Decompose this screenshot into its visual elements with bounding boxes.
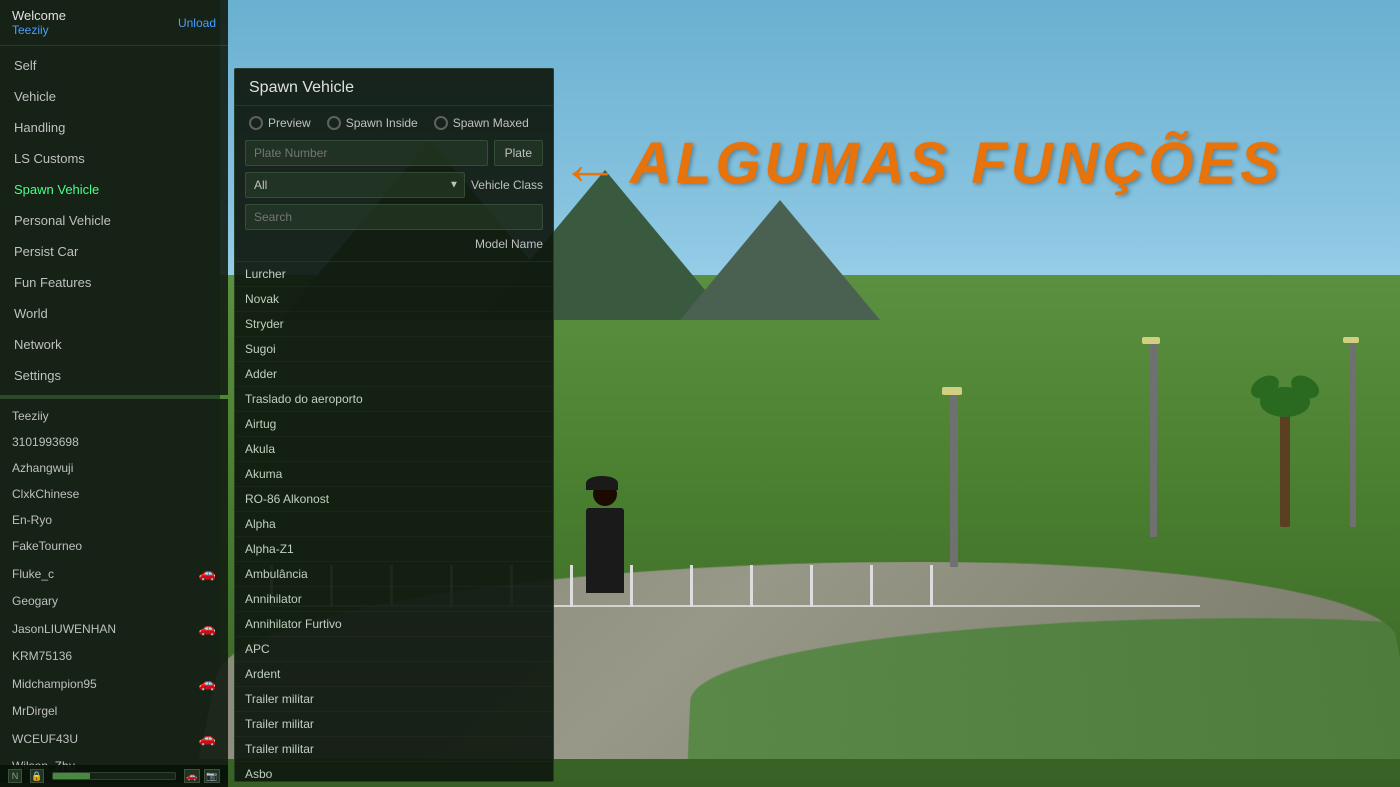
- player-item[interactable]: KRM75136: [0, 643, 228, 669]
- character: [580, 482, 630, 592]
- player-item[interactable]: Teeziiy: [0, 403, 228, 429]
- spawn-inside-toggle[interactable]: Spawn Inside: [323, 114, 422, 132]
- player-item[interactable]: ClxkChinese: [0, 481, 228, 507]
- overlay-annotation: ← ALGUMAS FUNÇÕES: [560, 130, 1283, 197]
- plate-button[interactable]: Plate: [494, 140, 543, 166]
- spawn-inside-label: Spawn Inside: [346, 116, 418, 130]
- nav-item-ls-customs[interactable]: LS Customs: [0, 143, 228, 174]
- vehicle-list-item[interactable]: Ambulância: [235, 562, 553, 587]
- mountain-3: [680, 200, 880, 320]
- vehicle-list-item[interactable]: Annihilator: [235, 587, 553, 612]
- vehicle-list-item[interactable]: Novak: [235, 287, 553, 312]
- vehicle-class-select[interactable]: All: [245, 172, 465, 198]
- vehicle-list-item[interactable]: Airtug: [235, 412, 553, 437]
- char-body: [586, 508, 624, 563]
- welcome-label: Welcome: [12, 8, 66, 23]
- vehicle-icon: 🚗: [199, 620, 216, 637]
- player-item[interactable]: Azhangwuji: [0, 455, 228, 481]
- preview-dot: [249, 116, 263, 130]
- status-bar: N 🔒 🚗 📷: [0, 765, 228, 787]
- player-item[interactable]: Fluke_c🚗: [0, 559, 228, 588]
- vehicle-list-item[interactable]: Trailer militar: [235, 737, 553, 762]
- nav-item-self[interactable]: Self: [0, 50, 228, 81]
- nav-panel: Self Vehicle Handling LS Customs Spawn V…: [0, 46, 228, 395]
- search-input[interactable]: [245, 204, 543, 230]
- left-panel: Welcome Teeziiy Unload Self Vehicle Hand…: [0, 0, 228, 787]
- players-panel: Teeziiy3101993698AzhangwujiClxkChineseEn…: [0, 399, 228, 783]
- light-pole-3: [1350, 337, 1356, 527]
- player-item[interactable]: 3101993698: [0, 429, 228, 455]
- player-item[interactable]: MrDirgel: [0, 698, 228, 724]
- player-item[interactable]: WCEUF43U🚗: [0, 724, 228, 753]
- vehicle-list-item[interactable]: RO-86 Alkonost: [235, 487, 553, 512]
- vehicle-list-item[interactable]: Lurcher: [235, 262, 553, 287]
- preview-toggle[interactable]: Preview: [245, 114, 315, 132]
- vehicle-list-item[interactable]: Stryder: [235, 312, 553, 337]
- spawn-maxed-toggle[interactable]: Spawn Maxed: [430, 114, 533, 132]
- current-username: Teeziiy: [12, 23, 66, 37]
- status-lock: 🔒: [30, 769, 44, 783]
- vehicle-icon: 🚗: [199, 730, 216, 747]
- char-legs: [586, 563, 624, 593]
- player-item[interactable]: Geogary: [0, 588, 228, 614]
- palm-tree-1: [1280, 407, 1290, 527]
- spawn-maxed-dot: [434, 116, 448, 130]
- preview-label: Preview: [268, 116, 311, 130]
- vehicle-icon: 🚗: [199, 565, 216, 582]
- nav-item-world[interactable]: World: [0, 298, 228, 329]
- welcome-section: Welcome Teeziiy: [12, 8, 66, 37]
- nav-item-handling[interactable]: Handling: [0, 112, 228, 143]
- model-name-label: Model Name: [245, 234, 543, 253]
- vehicle-list-item[interactable]: Alpha: [235, 512, 553, 537]
- vehicle-list-item[interactable]: Alpha-Z1: [235, 537, 553, 562]
- vehicle-list-item[interactable]: Ardent: [235, 662, 553, 687]
- vehicle-list-item[interactable]: Asbo: [235, 762, 553, 781]
- unload-button[interactable]: Unload: [178, 16, 216, 30]
- vehicle-list[interactable]: LurcherNovakStryderSugoiAdderTraslado do…: [235, 261, 553, 781]
- vehicle-list-item[interactable]: Trailer militar: [235, 687, 553, 712]
- vehicle-list-item[interactable]: Traslado do aeroporto: [235, 387, 553, 412]
- player-item[interactable]: En-Ryo: [0, 507, 228, 533]
- light-pole-1: [950, 387, 958, 567]
- spawn-maxed-label: Spawn Maxed: [453, 116, 529, 130]
- vehicle-list-item[interactable]: APC: [235, 637, 553, 662]
- vehicle-list-item[interactable]: Sugoi: [235, 337, 553, 362]
- player-item[interactable]: FakeTourneo: [0, 533, 228, 559]
- nav-item-network[interactable]: Network: [0, 329, 228, 360]
- vehicle-list-item[interactable]: Adder: [235, 362, 553, 387]
- nav-item-vehicle[interactable]: Vehicle: [0, 81, 228, 112]
- nav-item-spawn-vehicle[interactable]: Spawn Vehicle: [0, 174, 228, 205]
- nav-item-fun-features[interactable]: Fun Features: [0, 267, 228, 298]
- vehicle-list-item[interactable]: Akuma: [235, 462, 553, 487]
- nav-item-persist-car[interactable]: Persist Car: [0, 236, 228, 267]
- spawn-panel-title: Spawn Vehicle: [235, 69, 553, 106]
- player-item[interactable]: Midchampion95🚗: [0, 669, 228, 698]
- vehicle-icon: 🚗: [199, 675, 216, 692]
- plate-input[interactable]: [245, 140, 488, 166]
- vehicle-list-item[interactable]: Trailer militar: [235, 712, 553, 737]
- vehicle-list-item[interactable]: Akula: [235, 437, 553, 462]
- nav-item-personal-vehicle[interactable]: Personal Vehicle: [0, 205, 228, 236]
- status-indicator: N: [8, 769, 22, 783]
- arrow-icon: ←: [560, 134, 620, 194]
- track-line: [688, 618, 1400, 759]
- spawn-inside-dot: [327, 116, 341, 130]
- status-bar-fill: [52, 772, 176, 780]
- vehicle-class-label: Vehicle Class: [471, 178, 543, 192]
- class-select-wrapper: All ▼: [245, 172, 465, 198]
- toggle-row: Preview Spawn Inside Spawn Maxed: [245, 114, 543, 132]
- welcome-bar: Welcome Teeziiy Unload: [0, 0, 228, 46]
- light-pole-2: [1150, 337, 1157, 537]
- plate-row: Plate: [245, 140, 543, 166]
- nav-item-settings[interactable]: Settings: [0, 360, 228, 391]
- spawn-panel: Spawn Vehicle Preview Spawn Inside Spawn…: [234, 68, 554, 782]
- filter-row: All ▼ Vehicle Class: [245, 172, 543, 198]
- char-hat: [586, 476, 618, 490]
- spawn-controls: Preview Spawn Inside Spawn Maxed Plate A…: [235, 106, 553, 261]
- overlay-title: ALGUMAS FUNÇÕES: [630, 130, 1283, 197]
- vehicle-list-item[interactable]: Annihilator Furtivo: [235, 612, 553, 637]
- player-item[interactable]: JasonLIUWENHAN🚗: [0, 614, 228, 643]
- status-icons: 🚗 📷: [184, 769, 220, 783]
